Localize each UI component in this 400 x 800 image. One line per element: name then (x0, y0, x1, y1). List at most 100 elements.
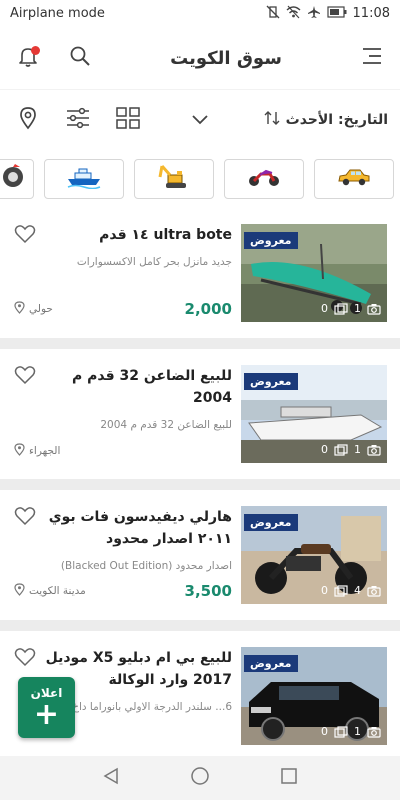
camera-icon (367, 726, 381, 738)
tire-icon (0, 164, 28, 194)
back-button[interactable] (102, 767, 120, 789)
sort-dropdown-toggle[interactable] (186, 106, 214, 134)
sliders-icon (66, 107, 90, 133)
page-title: سوق الكويت (170, 47, 282, 69)
listing-footer: الجهراء (14, 443, 232, 459)
motorcycle-icon (246, 166, 282, 192)
gallery-icon (334, 725, 348, 738)
listing-info: للبيع الضاعن 32 قدم م 2004 للبيع الضاعن … (14, 365, 232, 465)
favorite-button[interactable] (14, 224, 36, 248)
status-bar: Airplane mode 11:08 (0, 0, 400, 27)
category-cars[interactable] (314, 159, 394, 199)
plus-icon: + (33, 696, 60, 732)
listing-location: حولي (14, 301, 53, 317)
listing-title: ultra bote ١٤ قدم (99, 227, 232, 243)
listing-title: للبيع الضاعن 32 قدم م 2004 (72, 368, 232, 406)
photos-count: 1 (354, 302, 361, 315)
camera-icon (367, 303, 381, 315)
add-ad-button[interactable]: اعلان + (18, 677, 75, 738)
wifi-off-icon (286, 5, 301, 23)
views-count: 0 (321, 302, 328, 315)
listing-description: جديد مانزل بحر كامل الاكسسوارات (76, 256, 232, 268)
listing-price: 2,000 (184, 300, 232, 318)
listing-tag: معروض (244, 373, 298, 390)
location-pin-icon (14, 583, 25, 599)
listing-card[interactable]: معروض 0 1 ultra bote ١٤ قدم جديد مانزل ب… (0, 208, 400, 338)
listing-info: هارلي ديفيدسون فات بوي ٢٠١١ اصدار محدود … (14, 506, 232, 606)
home-button[interactable] (190, 766, 210, 790)
filter-toolbar: التاريخ: الأحدث (0, 89, 400, 150)
camera-icon (367, 444, 381, 456)
location-pin-icon (18, 106, 38, 134)
listing-stats: 0 1 (321, 302, 381, 315)
boat-icon (66, 165, 102, 193)
chevron-down-icon (191, 111, 209, 130)
search-button[interactable] (66, 44, 94, 72)
gallery-icon (334, 443, 348, 456)
location-filter-button[interactable] (14, 106, 42, 134)
menu-button[interactable] (358, 44, 386, 72)
airplane-mode-label: Airplane mode (10, 6, 105, 21)
sort-icon (264, 110, 280, 130)
listing-footer: حولي 2,000 (14, 300, 232, 318)
views-count: 0 (321, 443, 328, 456)
filters-button[interactable] (64, 106, 92, 134)
favorite-button[interactable] (14, 365, 36, 389)
notifications-button[interactable] (14, 44, 42, 72)
listing-info: ultra bote ١٤ قدم جديد مانزل بحر كامل ال… (14, 224, 232, 324)
category-parts[interactable] (0, 159, 34, 199)
battery-icon (326, 5, 347, 22)
listing-image[interactable]: معروض 0 4 (241, 506, 387, 604)
location-text: الجهراء (29, 445, 61, 457)
listing-stats: 0 4 (321, 584, 381, 597)
gallery-icon (334, 302, 348, 315)
car-icon (336, 166, 372, 192)
sort-label: التاريخ: الأحدث (285, 112, 388, 128)
photos-count: 4 (354, 584, 361, 597)
photos-count: 1 (354, 725, 361, 738)
listing-image[interactable]: معروض 0 1 (241, 365, 387, 463)
views-count: 0 (321, 725, 328, 738)
category-bar (0, 150, 400, 209)
listing-card[interactable]: معروض 0 4 هارلي ديفيدسون فات بوي ٢٠١١ اص… (0, 490, 400, 620)
listing-stats: 0 1 (321, 443, 381, 456)
airplane-icon (307, 5, 321, 23)
gallery-icon (334, 584, 348, 597)
category-motorcycles[interactable] (224, 159, 304, 199)
status-icons: 11:08 (266, 5, 390, 23)
listing-image[interactable]: معروض 0 1 (241, 647, 387, 745)
category-boats[interactable] (44, 159, 124, 199)
clock-time: 11:08 (352, 6, 390, 21)
listing-stats: 0 1 (321, 725, 381, 738)
location-pin-icon (14, 443, 25, 459)
favorite-button[interactable] (14, 647, 36, 671)
recents-button[interactable] (280, 767, 298, 789)
listing-description: للبيع الضاعن 32 قدم م 2004 (100, 419, 232, 431)
listing-location: مدينة الكويت (14, 583, 86, 599)
photos-count: 1 (354, 443, 361, 456)
listing-tag: معروض (244, 232, 298, 249)
vibrate-off-icon (266, 5, 280, 23)
listing-price: 3,500 (184, 582, 232, 600)
listing-location: الجهراء (14, 443, 60, 459)
listing-title: هارلي ديفيدسون فات بوي ٢٠١١ اصدار محدود (48, 509, 232, 547)
listing-description: اصدار محدود (Blacked Out Edition) (60, 560, 232, 572)
camera-icon (367, 585, 381, 597)
app-header: سوق الكويت (0, 27, 400, 89)
category-equipment[interactable] (134, 159, 214, 199)
system-nav-bar (0, 756, 400, 800)
grid-icon (116, 107, 140, 133)
listing-image[interactable]: معروض 0 1 (241, 224, 387, 322)
listing-tag: معروض (244, 655, 298, 672)
sort-selector[interactable]: التاريخ: الأحدث (264, 110, 388, 130)
excavator-icon (156, 163, 192, 195)
notification-dot (31, 46, 40, 55)
menu-icon (361, 46, 383, 70)
grid-view-button[interactable] (114, 106, 142, 134)
search-icon (69, 45, 91, 71)
favorite-button[interactable] (14, 506, 36, 530)
listing-card[interactable]: معروض 0 1 للبيع الضاعن 32 قدم م 2004 للب… (0, 349, 400, 479)
listing-footer: مدينة الكويت 3,500 (14, 582, 232, 600)
views-count: 0 (321, 584, 328, 597)
location-pin-icon (14, 301, 25, 317)
